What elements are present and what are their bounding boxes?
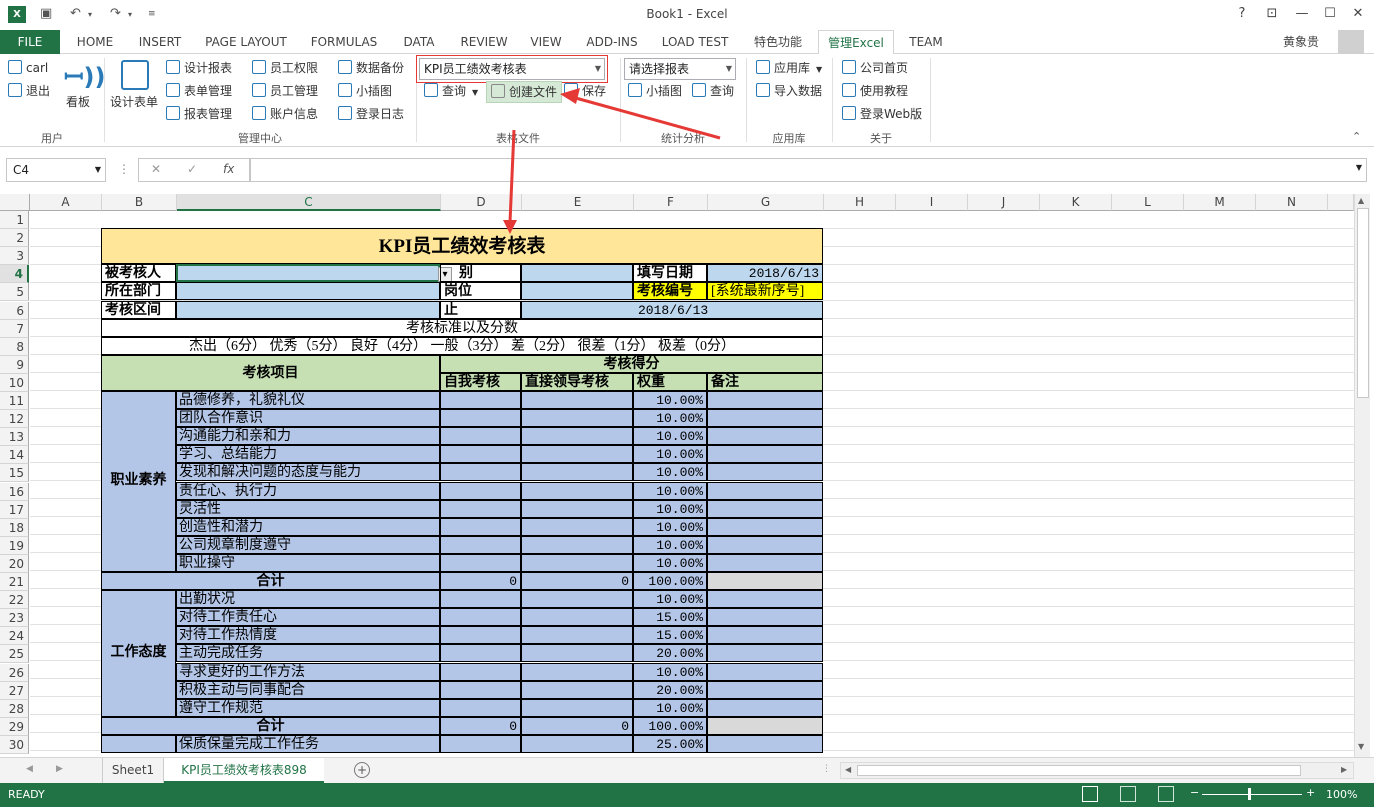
status-ready: READY	[8, 788, 45, 801]
next-sheet-icon[interactable]: ▶	[56, 764, 63, 774]
page-layout-view-icon[interactable]	[1120, 786, 1136, 802]
status-bar: READY − + 100%	[0, 783, 1374, 807]
zoom-out-icon[interactable]: −	[1190, 786, 1199, 799]
zoom-in-icon[interactable]: +	[1306, 786, 1315, 799]
add-sheet-icon[interactable]: +	[354, 762, 370, 778]
scroll-left-icon[interactable]: ◀	[845, 765, 851, 774]
h-scroll-thumb[interactable]	[857, 765, 1301, 776]
prev-sheet-icon[interactable]: ◀	[26, 764, 33, 774]
annotation-arrows	[503, 88, 721, 234]
vertical-scrollbar[interactable]: ▲ ▼	[1354, 194, 1370, 757]
scroll-up-icon[interactable]: ▲	[1358, 196, 1364, 205]
normal-view-icon[interactable]	[1082, 786, 1098, 802]
scroll-thumb[interactable]	[1357, 208, 1369, 398]
page-break-view-icon[interactable]	[1158, 786, 1174, 802]
sheet-tab-kpi[interactable]: KPI员工绩效考核表898	[164, 758, 324, 783]
sheet-tab-sheet1[interactable]: Sheet1	[102, 758, 164, 783]
scroll-down-icon[interactable]: ▼	[1358, 742, 1364, 751]
zoom-level[interactable]: 100%	[1326, 788, 1357, 801]
scroll-right-icon[interactable]: ▶	[1341, 765, 1347, 774]
sheet-tab-bar: ◀ ▶ Sheet1 KPI员工绩效考核表898 + ⋮ ◀ ▶	[0, 757, 1374, 783]
tab-split-handle[interactable]: ⋮	[822, 764, 831, 774]
horizontal-scrollbar[interactable]: ◀ ▶	[840, 762, 1354, 779]
zoom-thumb[interactable]	[1248, 788, 1251, 800]
zoom-slider[interactable]	[1202, 794, 1302, 795]
excel-window: X ▣ ↶ ▾ ↷ ▾ ≡ Book1 - Excel ? ⊡ — ☐ ✕ FI…	[0, 0, 1374, 807]
